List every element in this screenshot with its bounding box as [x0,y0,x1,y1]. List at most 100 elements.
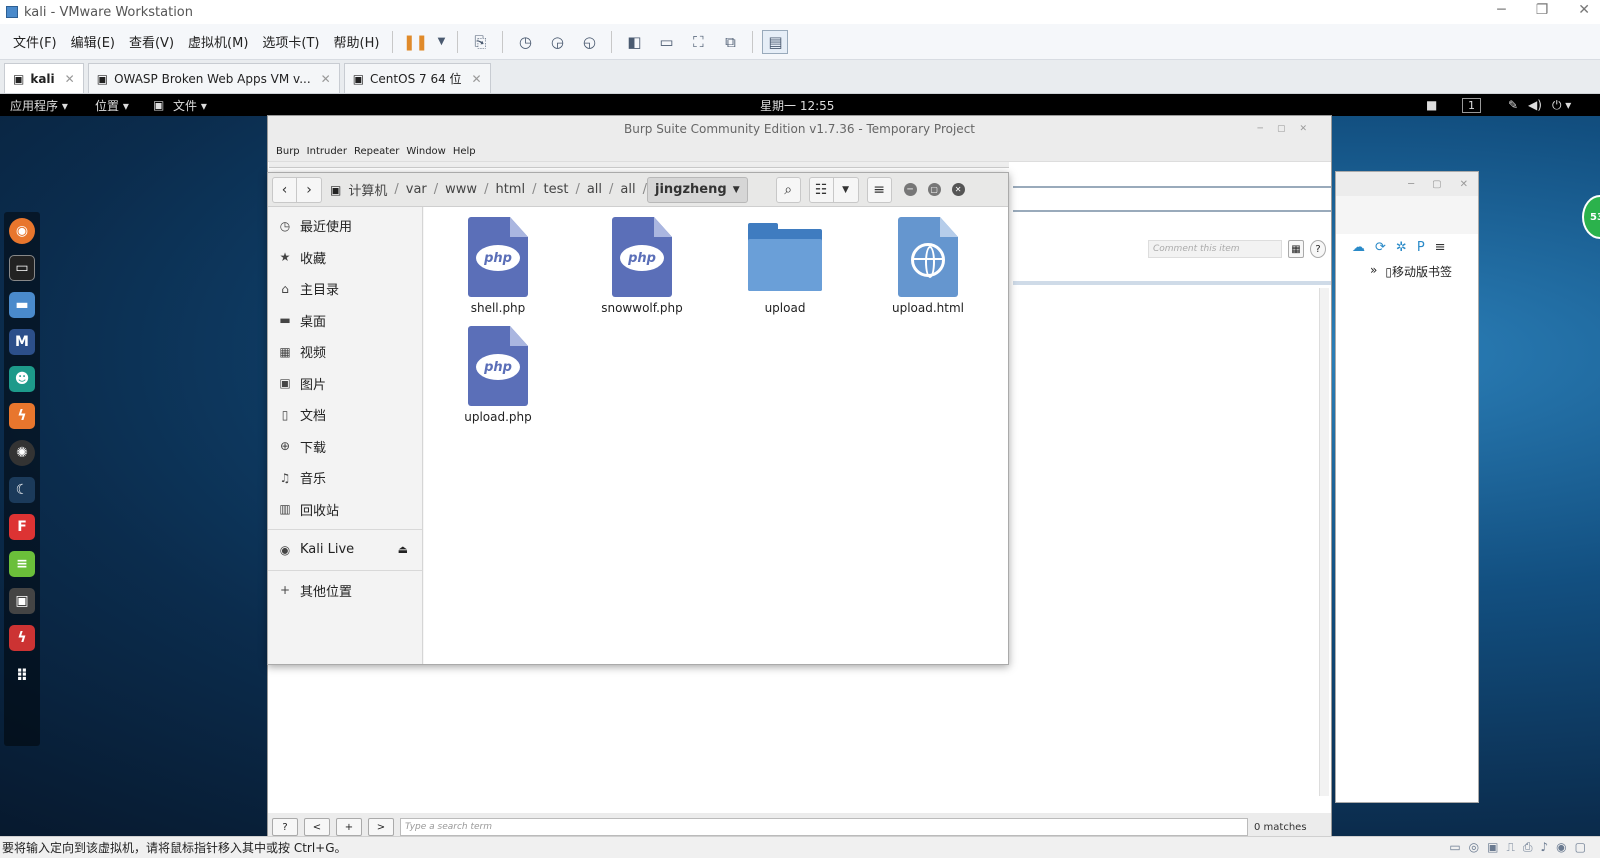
breadcrumb-all[interactable]: all [580,182,609,197]
console-view-icon[interactable]: ▭ [653,30,679,54]
usb-icon[interactable]: ⎍ [1506,840,1514,855]
volume-icon[interactable]: ◀) [1528,98,1542,112]
menu-file[interactable]: 文件(F) [6,32,64,51]
sidebar-item-home[interactable]: ⌂ 主目录 [268,273,422,305]
file-item[interactable]: php upload.php [439,326,557,424]
search-input[interactable]: Type a search term [400,818,1248,836]
menu-tabs[interactable]: 选项卡(T) [255,32,326,51]
terminal-icon[interactable]: ▭ [9,255,35,281]
cloud-icon[interactable]: ☁ [1352,240,1365,255]
folder-item[interactable]: upload [726,217,844,315]
firefox-icon[interactable]: ◉ [9,218,35,244]
places-menu[interactable]: 位置 ▾ [95,97,153,114]
breadcrumb-computer[interactable]: 计算机 [341,180,394,199]
view-options-icon[interactable]: ▼ [833,176,859,203]
display-icon[interactable]: ◉ [1556,840,1566,855]
pen-icon[interactable]: ✎ [1508,98,1518,112]
sidebar-item-pictures[interactable]: ▣ 图片 [268,368,422,400]
workspace-indicator[interactable]: 1 [1462,97,1481,113]
file-item[interactable]: upload.html [869,217,987,315]
breadcrumb-all-2[interactable]: all [613,182,642,197]
pause-icon[interactable]: ❚❚ [402,30,428,54]
burp-menu-repeater[interactable]: Repeater [354,146,399,157]
menu-edit[interactable]: 编辑(E) [64,32,122,51]
burp-menu-window[interactable]: Window [406,146,445,157]
leafpad-icon[interactable]: ≡ [9,551,35,577]
menu-help[interactable]: 帮助(H) [327,32,387,51]
file-manager-window[interactable]: ‹ › ▣ 计算机 / var / www / html / test / al… [267,172,1009,665]
close-icon[interactable]: ✕ [1578,2,1590,18]
printer-icon[interactable]: ⎙ [1523,840,1533,855]
close-tab-icon[interactable]: ✕ [472,72,482,86]
file-item[interactable]: php snowwolf.php [583,217,701,315]
breadcrumb-current[interactable]: jingzheng ▼ [647,176,748,203]
zap-icon[interactable]: ϟ [9,625,35,651]
grid-icon[interactable]: ▦ [1288,240,1304,258]
burp-menu-intruder[interactable]: Intruder [307,146,347,157]
armitage-icon[interactable]: ☻ [9,366,35,392]
thumbnail-view-icon[interactable]: ▤ [762,29,789,54]
burp-window-controls[interactable]: ─▢✕ [1258,124,1321,134]
search-help-button[interactable]: ? [272,818,298,836]
snapshot-manager-icon[interactable]: ◵ [576,30,602,54]
hamburger-menu-icon[interactable]: ≡ [1435,240,1446,255]
sidebar-item-videos[interactable]: ▦ 视频 [268,336,422,368]
burp-url-bar[interactable] [1013,186,1331,212]
breadcrumb-test[interactable]: test [536,182,575,197]
menu-view[interactable]: 查看(V) [122,32,181,51]
minimize-icon[interactable]: ─ [1497,2,1505,18]
breadcrumb-var[interactable]: var [399,182,434,197]
maltego-icon[interactable]: ✺ [9,440,35,466]
tab-owasp[interactable]: ▣ OWASP Broken Web Apps VM v... ✕ [87,63,340,93]
sidebar-toggle-icon[interactable]: ◧ [621,30,647,54]
menu-vm[interactable]: 虚拟机(M) [181,32,255,51]
sidebar-item-device[interactable]: ◉ Kali Live ⏏ [268,534,422,566]
tab-centos[interactable]: ▣ CentOS 7 64 位 ✕ [343,63,491,93]
metasploit-icon[interactable]: M [9,329,35,355]
maximize-icon[interactable]: ▢ [1432,179,1441,190]
show-applications-icon[interactable]: ⠿ [9,662,35,688]
search-prev-button[interactable]: < [304,818,330,836]
menu-icon[interactable]: ≡ [866,176,892,203]
file-item[interactable]: php shell.php [439,217,557,315]
network-icon[interactable]: ▣ [1487,840,1498,855]
mobile-bookmarks[interactable]: ▯移动版书签 [1385,263,1452,280]
eject-icon[interactable]: ⏏ [398,543,408,556]
search-next-button[interactable]: > [368,818,394,836]
clock[interactable]: 星期一 12:55 [760,97,834,114]
help-icon[interactable]: ? [1310,240,1326,258]
maximize-icon[interactable]: ▢ [927,183,941,196]
snapshot-icon[interactable]: ◷ [512,30,538,54]
browser-window[interactable]: ─ ▢ ✕ ☁ ⟳ ✲ P ≡ » ▯移动版书签 [1335,171,1479,803]
power-icon[interactable]: ⏻ ▾ [1552,98,1571,113]
guest-desktop[interactable]: 应用程序 ▾ 位置 ▾ ▣ 文件 ▾ 星期一 12:55 ■ 1 ✎ ◀) ⏻ … [0,94,1600,842]
files-icon[interactable]: ▬ [9,292,35,318]
sidebar-item-documents[interactable]: ▯ 文档 [268,399,422,431]
sync-icon[interactable]: ⟳ [1375,240,1386,255]
sidebar-item-starred[interactable]: ★ 收藏 [268,242,422,274]
breadcrumb-www[interactable]: www [438,182,484,197]
close-icon[interactable]: ✕ [1460,179,1468,190]
revert-snapshot-icon[interactable]: ◶ [544,30,570,54]
message-icon[interactable]: ▢ [1575,840,1586,855]
file-grid[interactable]: php shell.php php snowwolf.php upload up… [424,207,1008,664]
applications-menu[interactable]: 应用程序 ▾ [0,97,95,114]
faraday-icon[interactable]: F [9,514,35,540]
fullscreen-icon[interactable]: ⛶ [685,30,711,54]
dropdown-icon[interactable]: ▼ [434,30,448,54]
sidebar-item-desktop[interactable]: ▬ 桌面 [268,305,422,337]
search-add-button[interactable]: + [336,818,362,836]
beef-icon[interactable]: ☾ [9,477,35,503]
screenshot-icon[interactable]: ▣ [9,588,35,614]
burp-scrollbar[interactable] [1319,288,1329,796]
overflow-chevron-icon[interactable]: » [1370,263,1377,280]
hard-disk-icon[interactable]: ▭ [1449,840,1460,855]
burpsuite-icon[interactable]: ϟ [9,403,35,429]
sidebar-item-downloads[interactable]: ⊕ 下载 [268,431,422,463]
search-button[interactable]: ⌕ [775,176,801,203]
tab-kali[interactable]: ▣ kali ✕ [4,63,84,93]
files-menu[interactable]: 文件 ▾ [173,97,207,114]
notification-badge[interactable]: 53 [1582,195,1600,239]
sound-icon[interactable]: ♪ [1541,840,1549,855]
sidebar-item-other-locations[interactable]: + 其他位置 [268,575,422,607]
